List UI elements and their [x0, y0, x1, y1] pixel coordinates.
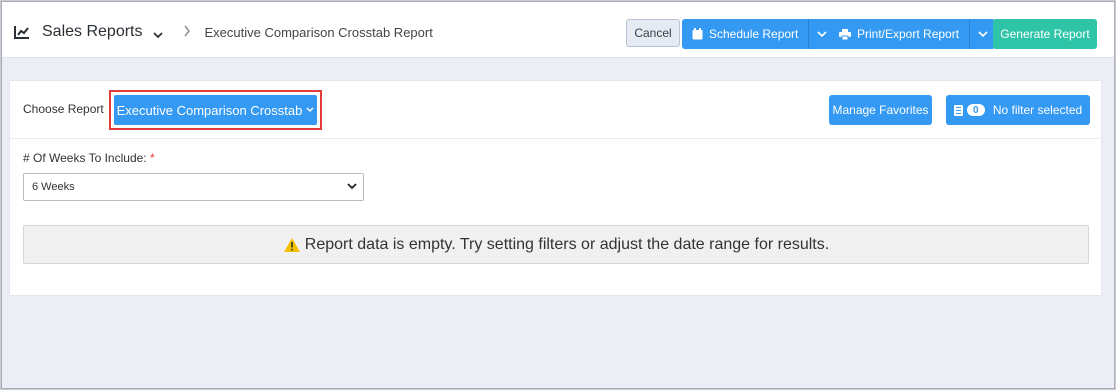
print-export-label: Print/Export Report — [857, 27, 960, 41]
empty-report-message: Report data is empty. Try setting filter… — [23, 225, 1089, 264]
cancel-button[interactable]: Cancel — [626, 19, 680, 47]
schedule-report-button[interactable]: Schedule Report — [682, 19, 809, 49]
weeks-label-text: # Of Weeks To Include: — [23, 151, 147, 165]
weeks-selected-value: 6 Weeks — [32, 181, 75, 193]
page-title[interactable]: Sales Reports — [42, 23, 143, 41]
filter-label: No filter selected — [992, 103, 1083, 117]
selected-report-label: Executive Comparison Crosstab — [116, 102, 303, 118]
chevron-right-icon — [183, 24, 191, 41]
top-bar: Sales Reports Executive Comparison Cross… — [2, 2, 1114, 58]
print-export-dropdown[interactable] — [969, 19, 996, 49]
filter-button[interactable]: 0 No filter selected — [946, 95, 1090, 125]
schedule-report-label: Schedule Report — [709, 27, 799, 41]
chevron-down-icon — [347, 183, 357, 190]
chevron-down-icon — [817, 31, 827, 38]
empty-message-text: Report data is empty. Try setting filter… — [304, 235, 830, 253]
chevron-down-icon[interactable] — [152, 27, 163, 39]
generate-report-button[interactable]: Generate Report — [993, 19, 1097, 49]
title-area: Sales Reports Executive Comparison Cross… — [14, 2, 433, 62]
choose-report-highlight: Executive Comparison Crosstab — [109, 90, 322, 130]
weeks-select[interactable]: 6 Weeks — [23, 173, 364, 201]
report-panel: Choose Report Executive Comparison Cross… — [9, 80, 1102, 296]
filter-icon — [953, 104, 963, 116]
required-mark: * — [149, 151, 155, 165]
filter-count-badge: 0 — [966, 104, 985, 116]
chevron-down-icon — [977, 31, 988, 38]
print-export-split-button: Print/Export Report — [829, 19, 996, 49]
manage-favorites-button[interactable]: Manage Favorites — [829, 95, 932, 125]
choose-report-dropdown[interactable]: Executive Comparison Crosstab — [114, 95, 317, 125]
weeks-label: # Of Weeks To Include: * — [23, 151, 155, 165]
calendar-icon — [692, 28, 703, 40]
app-frame: Sales Reports Executive Comparison Cross… — [1, 1, 1115, 389]
printer-icon — [839, 28, 851, 40]
chevron-down-icon — [306, 107, 314, 113]
line-chart-icon — [14, 25, 30, 39]
print-export-button[interactable]: Print/Export Report — [829, 19, 970, 49]
warning-icon — [283, 237, 300, 252]
breadcrumb: Executive Comparison Crosstab Report — [204, 24, 433, 40]
schedule-report-split-button: Schedule Report — [682, 19, 835, 49]
choose-report-label: Choose Report — [23, 102, 104, 116]
report-panel-header: Choose Report Executive Comparison Cross… — [10, 81, 1101, 139]
